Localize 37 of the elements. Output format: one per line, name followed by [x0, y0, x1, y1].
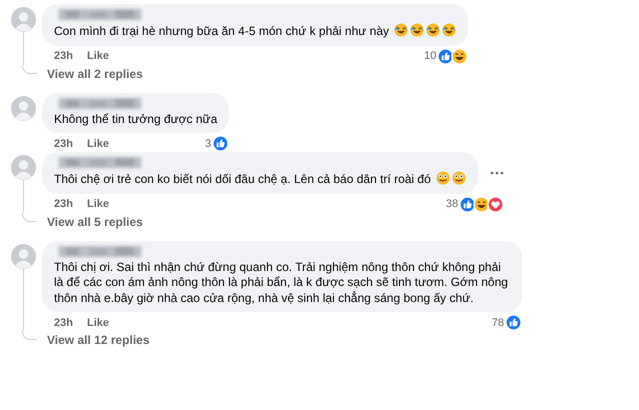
avatar-icon[interactable]: [10, 155, 36, 180]
comment-time: 23h: [54, 138, 73, 150]
comment-text: Không thể tin tưởng được nữa: [54, 112, 218, 126]
avatar-icon[interactable]: [10, 244, 36, 268]
view-replies-link[interactable]: View all 2 replies: [47, 64, 143, 80]
tongue-emoji-icon: [436, 171, 450, 185]
view-replies-link[interactable]: View all 5 replies: [47, 212, 143, 228]
avatar-icon[interactable]: [10, 96, 36, 120]
reaction-count: 3: [205, 138, 212, 150]
comment-time: 23h: [54, 316, 73, 328]
rofl-emoji-icon: [426, 23, 440, 37]
reaction-count: 78: [492, 316, 504, 328]
like-reaction-icon: [212, 135, 230, 152]
rofl-emoji-icon: [394, 23, 408, 37]
more-options-icon[interactable]: [490, 170, 504, 175]
comment-text: Thôi chệ ơi trẻ con ko biết nói dối đâu chệ ạ. Lên cả báo dân trí roài đó: [54, 172, 431, 186]
like-link[interactable]: Like: [86, 138, 109, 150]
rofl-emoji-icon: [410, 23, 424, 37]
comment-time: 23h: [54, 50, 73, 62]
like-reaction-icon: [505, 314, 522, 331]
like-link[interactable]: Like: [86, 316, 109, 328]
reaction-count: 10: [424, 50, 436, 62]
like-link[interactable]: Like: [86, 198, 109, 210]
like-link[interactable]: Like: [86, 50, 109, 62]
comment-time: 23h: [54, 198, 73, 210]
haha-reaction-icon: [473, 196, 490, 212]
love-reaction-icon: [487, 196, 504, 212]
comment-text: Con mình đi trại hè nhưng bữa ăn 4-5 món chứ k phải như này: [54, 24, 389, 38]
haha-reaction-icon: [451, 48, 468, 64]
like-reaction-icon: [437, 48, 454, 64]
rofl-emoji-icon: [442, 23, 456, 37]
like-reaction-icon: [459, 196, 476, 212]
view-replies-link[interactable]: View all 12 replies: [47, 331, 150, 347]
avatar-icon[interactable]: [10, 7, 36, 32]
reaction-count: 38: [446, 198, 458, 210]
comment-text: Thôi chị ơi. Sai thì nhận chứ đừng quanh co. Trải nghiệm nông thôn chứ không phải là để các con ám ảnh nông thôn là phải bẩn, là k được sạch sẽ tinh tươm. Gớm nông thôn nhà e.bây giờ nhà cao cửa rộng, nhà vệ sinh lại chẳng sáng bong ấy chứ.: [54, 260, 508, 304]
tongue-emoji-icon: [452, 171, 466, 185]
